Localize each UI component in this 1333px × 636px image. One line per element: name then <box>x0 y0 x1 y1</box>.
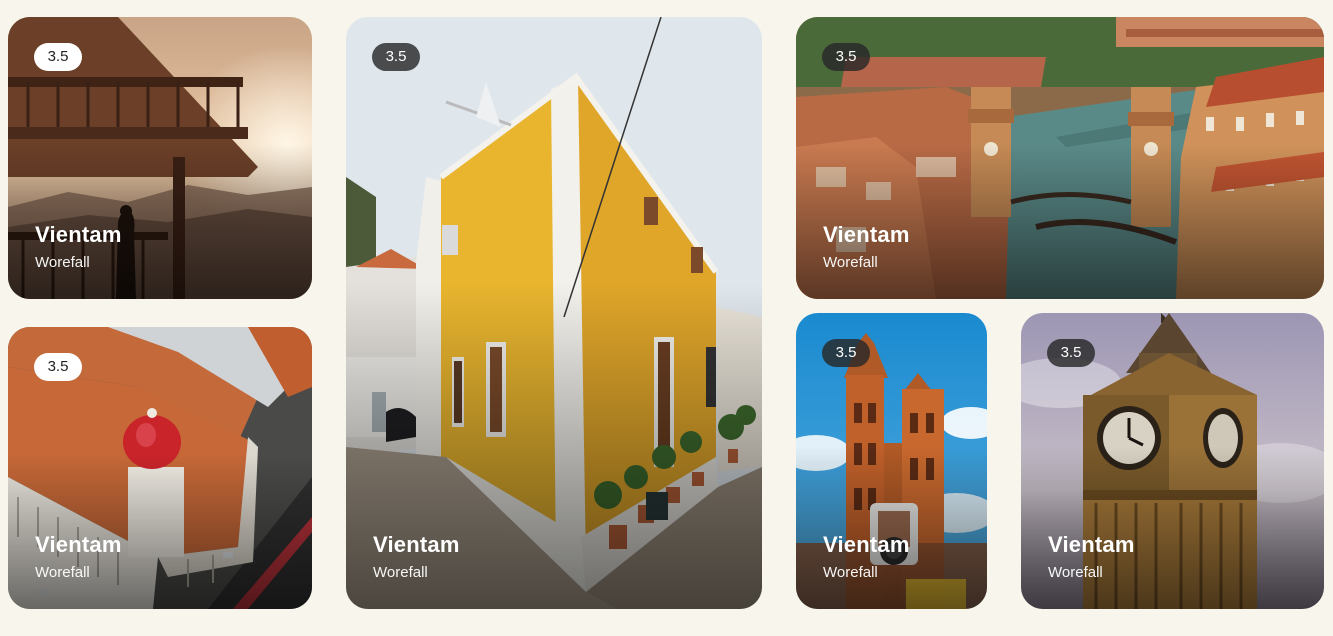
card-subtitle: Worefall <box>373 564 428 581</box>
destination-card[interactable]: 3.5 Vientam Worefall <box>796 17 1324 299</box>
card-title: Vientam <box>35 532 122 557</box>
destination-card[interactable]: 3.5 Vientam Worefall <box>8 17 312 299</box>
rating-badge: 3.5 <box>1047 339 1095 367</box>
rating-badge: 3.5 <box>34 43 82 71</box>
card-title: Vientam <box>35 222 122 247</box>
rating-badge: 3.5 <box>822 43 870 71</box>
destination-card[interactable]: 3.5 Vientam Worefall <box>346 17 762 609</box>
rating-badge: 3.5 <box>372 43 420 71</box>
destination-card[interactable]: 3.5 Vientam Worefall <box>796 313 987 609</box>
rating-badge: 3.5 <box>822 339 870 367</box>
card-subtitle: Worefall <box>1048 564 1103 581</box>
card-subtitle: Worefall <box>35 564 90 581</box>
card-title: Vientam <box>823 222 910 247</box>
card-title: Vientam <box>1048 532 1135 557</box>
destination-card[interactable]: 3.5 Vientam Worefall <box>8 327 312 609</box>
card-title: Vientam <box>823 532 910 557</box>
rating-badge: 3.5 <box>34 353 82 381</box>
card-subtitle: Worefall <box>823 564 878 581</box>
destination-card[interactable]: 3.5 Vientam Worefall <box>1021 313 1324 609</box>
card-title: Vientam <box>373 532 460 557</box>
card-subtitle: Worefall <box>823 254 878 271</box>
card-subtitle: Worefall <box>35 254 90 271</box>
